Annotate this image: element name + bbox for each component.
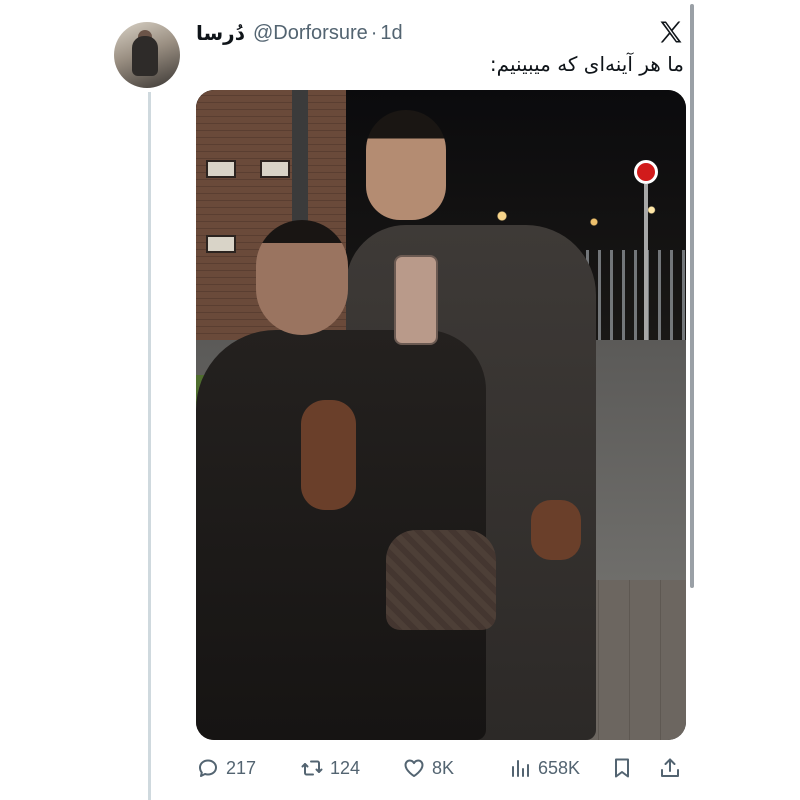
- photo-no-entry-sign: [634, 160, 658, 184]
- photo-glove: [301, 400, 356, 510]
- photo-phone: [394, 255, 438, 345]
- photo-man-head: [366, 110, 446, 220]
- share-button[interactable]: [658, 752, 682, 784]
- repost-count: 124: [330, 757, 361, 778]
- x-logo-icon[interactable]: [657, 18, 685, 46]
- timestamp[interactable]: 1d: [380, 22, 402, 45]
- display-name[interactable]: دُرسا: [196, 21, 245, 46]
- separator-dot: ·: [370, 21, 378, 44]
- user-handle[interactable]: @Dorforsure: [253, 22, 368, 45]
- bookmark-button[interactable]: [610, 752, 634, 784]
- heart-icon: [404, 759, 424, 777]
- photo-handbag: [386, 530, 496, 630]
- tweet-actions: 217 124 8K 658K: [196, 752, 686, 784]
- views-button[interactable]: 658K: [508, 752, 580, 784]
- bookmark-icon: [615, 758, 629, 778]
- reply-icon: [199, 759, 217, 777]
- repost-button[interactable]: 124: [300, 752, 360, 784]
- like-button[interactable]: 8K: [402, 752, 454, 784]
- photo-building-window: [260, 160, 290, 178]
- reply-button[interactable]: 217: [196, 752, 256, 784]
- thread-line: [148, 92, 151, 800]
- reply-count: 217: [226, 757, 257, 778]
- avatar-person-body: [132, 36, 158, 76]
- view-count: 658K: [538, 757, 581, 778]
- views-chart-icon: [512, 760, 529, 777]
- tweet-text: ما هر آینه‌ای که میبینیم:: [489, 52, 684, 76]
- tweet-photo[interactable]: [196, 90, 686, 740]
- repost-icon: [301, 760, 323, 776]
- photo-building-window: [206, 235, 236, 253]
- photo-glove: [531, 500, 581, 560]
- tweet-header: دُرسا @Dorforsure · 1d: [196, 18, 686, 48]
- share-icon: [661, 758, 679, 777]
- scrollbar[interactable]: [690, 4, 694, 588]
- like-count: 8K: [432, 757, 455, 778]
- photo-building-window: [206, 160, 236, 178]
- photo-woman-head: [256, 220, 348, 335]
- photo-sign-pole: [644, 184, 648, 344]
- avatar[interactable]: [114, 22, 180, 88]
